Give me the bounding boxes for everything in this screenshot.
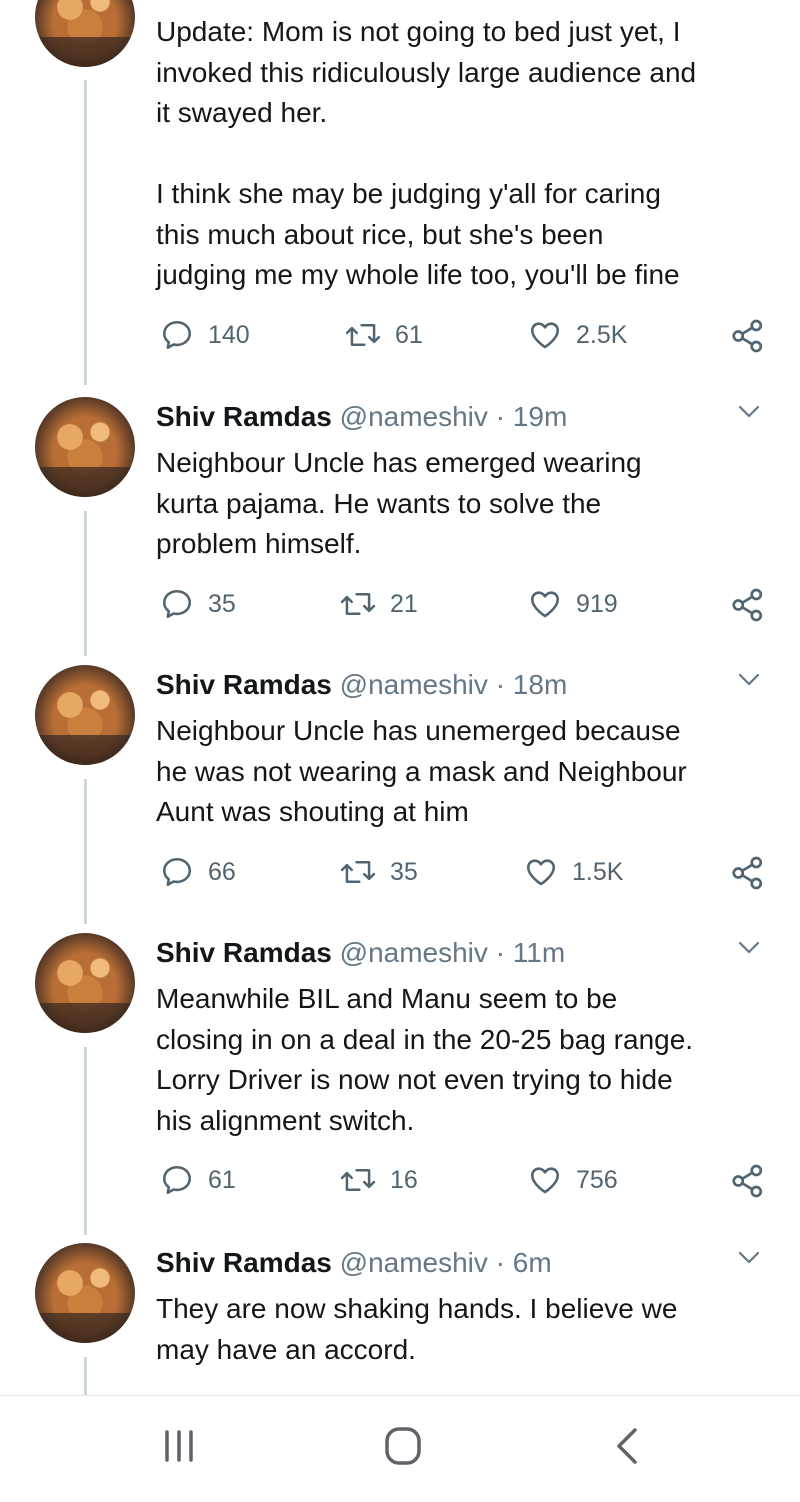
tweet-actions: 35 21 919 — [0, 587, 800, 623]
author-name[interactable]: Shiv Ramdas — [156, 1247, 332, 1278]
author-handle[interactable]: @nameshiv — [340, 1247, 488, 1278]
author-name[interactable]: Shiv Ramdas — [156, 669, 332, 700]
author-handle[interactable]: @nameshiv — [340, 937, 488, 968]
avatar[interactable] — [35, 0, 135, 67]
tweet-text: Update: Mom is not going to bed just yet… — [156, 16, 697, 290]
tweet-actions: 66 35 1.5K — [0, 855, 800, 891]
tweet-time[interactable]: 19m — [513, 401, 567, 432]
like-button[interactable]: 1.5K — [524, 855, 623, 889]
tweet-header: Shiv Ramdas @nameshiv · 19m — [156, 399, 567, 435]
author-name[interactable]: Shiv Ramdas — [156, 401, 332, 432]
reply-button[interactable]: 140 — [160, 318, 250, 352]
tweet-header: Shiv Ramdas @nameshiv · 6m — [156, 1245, 552, 1281]
tweet-text: Meanwhile BIL and Manu seem to be closin… — [156, 983, 694, 1136]
like-button[interactable]: 756 — [528, 1163, 618, 1197]
separator-dot: · — [495, 669, 506, 700]
thread-line — [84, 1047, 87, 1235]
retweet-button[interactable]: 16 — [340, 1163, 418, 1197]
chevron-down-icon[interactable] — [738, 941, 760, 955]
like-count: 756 — [576, 1165, 618, 1194]
android-navigation-bar — [0, 1395, 800, 1502]
heart-icon — [530, 591, 560, 618]
like-count: 2.5K — [576, 320, 628, 349]
retweet-button[interactable]: 61 — [345, 318, 423, 352]
share-icon — [732, 1164, 763, 1198]
reply-count: 61 — [208, 1165, 236, 1194]
retweet-count: 61 — [395, 320, 423, 349]
heart-icon — [530, 1167, 560, 1194]
retweet-count: 16 — [390, 1165, 418, 1194]
reply-button[interactable]: 66 — [160, 855, 236, 889]
thread-line — [84, 511, 87, 656]
tweet-time[interactable]: 11m — [513, 937, 565, 968]
tweet-time[interactable]: 18m — [513, 669, 567, 700]
like-count: 919 — [576, 589, 618, 618]
retweet-icon — [340, 1169, 376, 1191]
avatar[interactable] — [35, 1243, 135, 1343]
reply-icon — [162, 320, 192, 350]
retweet-icon — [345, 324, 381, 346]
thread-line — [84, 1357, 87, 1395]
tweet-text: They are now shaking hands. I believe we… — [156, 1293, 678, 1365]
author-handle[interactable]: @nameshiv — [340, 669, 488, 700]
retweet-button[interactable]: 21 — [340, 587, 418, 621]
tweet-text: Neighbour Uncle has unemerged because he… — [156, 715, 687, 827]
reply-button[interactable]: 35 — [160, 587, 236, 621]
share-icon — [732, 319, 763, 353]
like-button[interactable]: 2.5K — [528, 318, 627, 352]
chevron-down-icon[interactable] — [738, 405, 760, 419]
chevron-down-icon[interactable] — [738, 673, 760, 687]
chevron-down-icon[interactable] — [738, 1251, 760, 1265]
share-button[interactable] — [730, 587, 766, 623]
heart-icon — [530, 322, 560, 349]
reply-count: 66 — [208, 857, 236, 886]
share-button[interactable] — [730, 855, 766, 891]
reply-icon — [162, 857, 192, 887]
avatar[interactable] — [35, 397, 135, 497]
tweet-text: Neighbour Uncle has emerged wearing kurt… — [156, 447, 642, 559]
share-button[interactable] — [730, 1163, 766, 1199]
home-icon[interactable] — [378, 1426, 428, 1466]
tweet-actions: 61 16 756 — [0, 1163, 800, 1199]
thread-line — [84, 779, 87, 924]
retweet-count: 35 — [390, 857, 418, 886]
tweet-actions: 140 61 2.5K — [0, 318, 800, 354]
reply-count: 140 — [208, 320, 250, 349]
tweet-header: Shiv Ramdas @nameshiv · 11m — [156, 935, 565, 971]
reply-icon — [162, 1165, 192, 1195]
avatar[interactable] — [35, 665, 135, 765]
share-button[interactable] — [730, 318, 766, 354]
avatar[interactable] — [35, 933, 135, 1033]
retweet-count: 21 — [390, 589, 418, 618]
reply-count: 35 — [208, 589, 236, 618]
tweet-header: Shiv Ramdas @nameshiv · 18m — [156, 667, 567, 703]
like-count: 1.5K — [572, 857, 624, 886]
reply-button[interactable]: 61 — [160, 1163, 236, 1197]
separator-dot: · — [495, 1247, 506, 1278]
separator-dot: · — [495, 401, 506, 432]
tweet-thread: Update: Mom is not going to bed just yet… — [0, 0, 800, 1395]
share-icon — [732, 588, 763, 622]
share-icon — [732, 856, 763, 890]
recent-apps-icon[interactable] — [154, 1426, 204, 1466]
retweet-button[interactable]: 35 — [340, 855, 418, 889]
author-handle[interactable]: @nameshiv — [340, 401, 488, 432]
back-icon[interactable] — [603, 1426, 653, 1466]
separator-dot: · — [495, 937, 506, 968]
author-name[interactable]: Shiv Ramdas — [156, 937, 332, 968]
retweet-icon — [340, 861, 376, 883]
tweet-time[interactable]: 6m — [513, 1247, 552, 1278]
retweet-icon — [340, 593, 376, 615]
reply-icon — [162, 589, 192, 619]
like-button[interactable]: 919 — [528, 587, 618, 621]
heart-icon — [526, 859, 556, 886]
